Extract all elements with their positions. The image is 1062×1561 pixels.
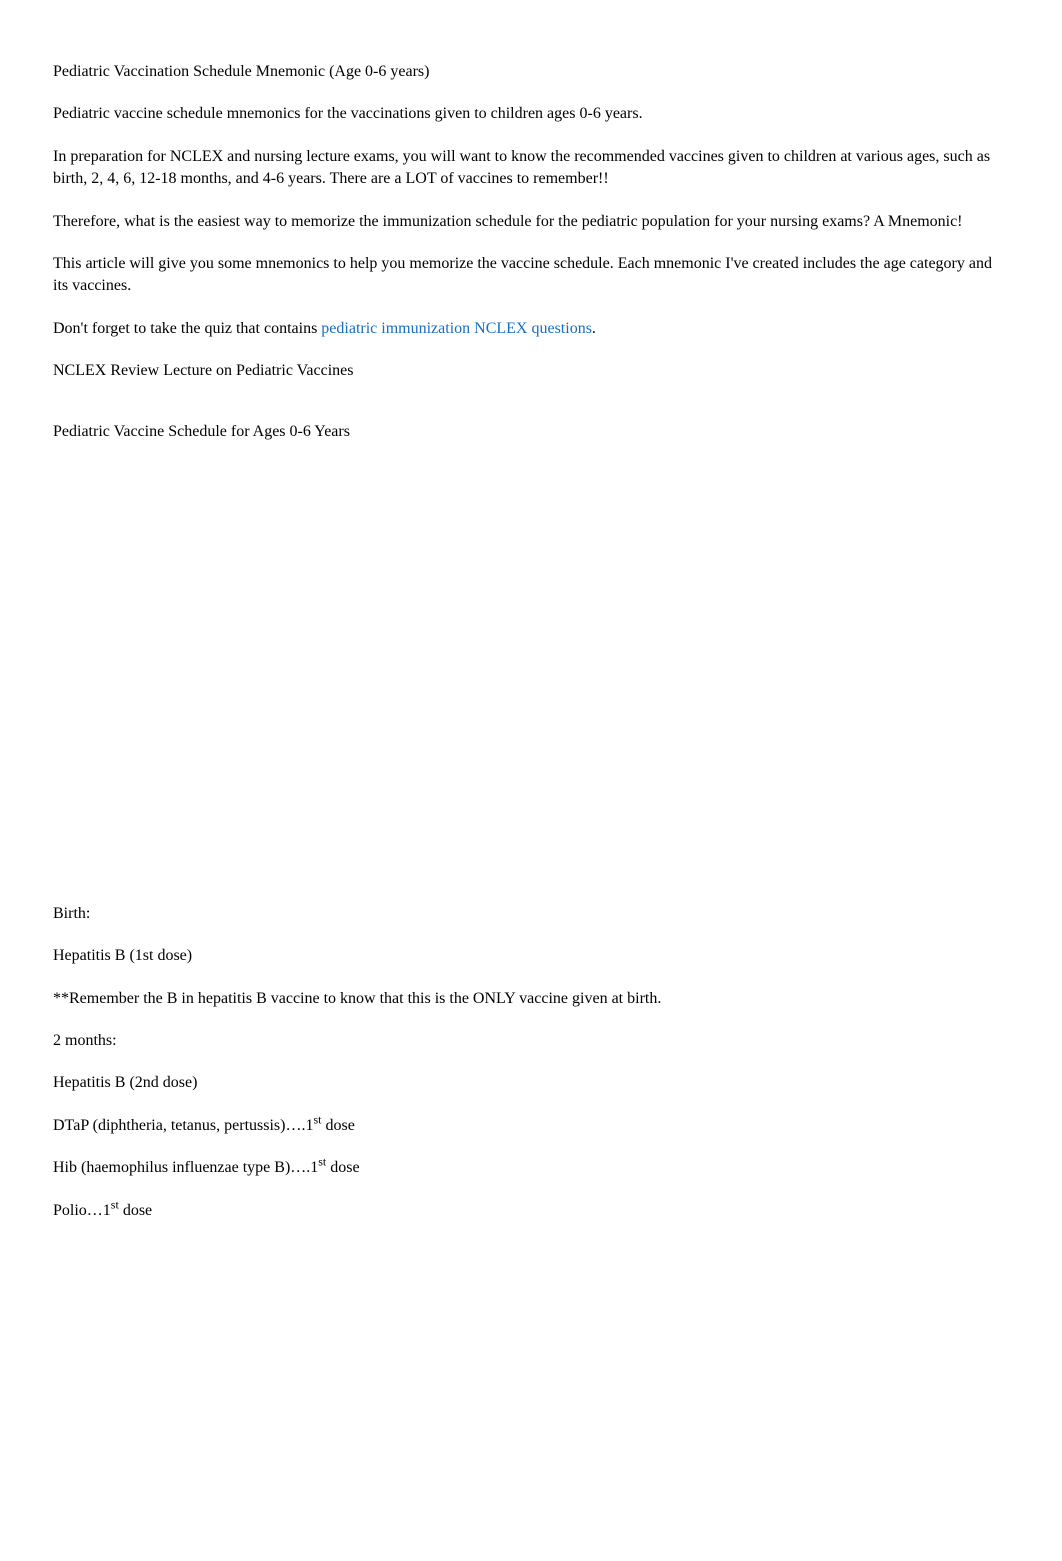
mnemonic-note-birth: **Remember the B in hepatitis B vaccine … — [53, 988, 1009, 1010]
intro-paragraph-5: Don't forget to take the quiz that conta… — [53, 318, 1009, 340]
text-segment: DTaP (diphtheria, tetanus, pertussis)….1 — [53, 1117, 313, 1134]
section-heading-schedule: Pediatric Vaccine Schedule for Ages 0-6 … — [53, 421, 1009, 443]
text-segment: Hib ( — [53, 1159, 86, 1176]
text-segment: Pediatric vaccine schedule mnemonics — [53, 105, 300, 122]
text-segment: . — [592, 320, 596, 337]
text-segment: haemophilus influenzae type B)….1 — [86, 1159, 318, 1176]
text-segment: dose — [119, 1202, 152, 1219]
text-segment: birth. — [627, 990, 661, 1007]
vaccine-item-hepb-2mo: Hepatitis B (2nd dose) — [53, 1072, 1009, 1094]
vaccine-item-polio-2mo: Polio…1st dose — [53, 1200, 1009, 1222]
vaccine-item-hepb-birth: Hepatitis B (1st dose) — [53, 945, 1009, 967]
intro-paragraph-3: Therefore, what is the easiest way to me… — [53, 211, 1009, 233]
vaccine-item-hib-2mo: Hib (haemophilus influenzae type B)….1st… — [53, 1157, 1009, 1179]
intro-paragraph-4: This article will give you some mnemonic… — [53, 253, 1009, 298]
text-segment: in hepatitis B — [177, 990, 266, 1007]
spacer — [53, 463, 1009, 903]
vaccine-item-dtap-2mo: DTaP (diphtheria, tetanus, pertussis)….1… — [53, 1115, 1009, 1137]
page-title: Pediatric Vaccination Schedule Mnemonic … — [53, 61, 1009, 83]
ordinal-superscript: st — [111, 1197, 119, 1211]
age-heading-birth: Birth: — [53, 903, 1009, 925]
text-segment: (1st dose) — [125, 947, 192, 964]
text-segment: vaccine to know that this is the ONLY va… — [267, 990, 627, 1007]
section-heading-lecture: NCLEX Review Lecture on Pediatric Vaccin… — [53, 360, 1009, 382]
age-heading-2months: 2 months: — [53, 1030, 1009, 1052]
intro-paragraph-2: In preparation for NCLEX and nursing lec… — [53, 146, 1009, 191]
spacer — [53, 403, 1009, 421]
text-segment: Don't forget to take the quiz that conta… — [53, 320, 321, 337]
text-segment: for the vaccinations given to children a… — [300, 105, 642, 122]
text-segment: B — [167, 990, 178, 1007]
text-segment: Polio…1 — [53, 1202, 111, 1219]
nclex-questions-link[interactable]: pediatric immunization NCLEX questions — [321, 320, 592, 337]
intro-paragraph-1: Pediatric vaccine schedule mnemonics for… — [53, 103, 1009, 125]
text-segment: dose — [326, 1159, 359, 1176]
text-segment: **Remember the — [53, 990, 167, 1007]
text-segment: Hepatitis B — [53, 947, 125, 964]
text-segment: dose — [321, 1117, 354, 1134]
